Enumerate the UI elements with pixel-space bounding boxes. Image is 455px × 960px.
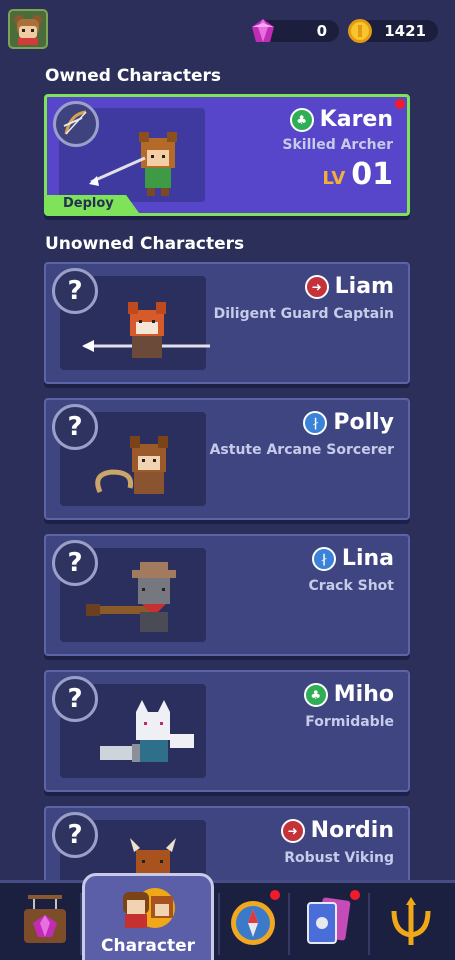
shield-class-icon: ➜ <box>304 274 329 299</box>
compass-notification-dot <box>270 890 280 900</box>
character-name: Karen <box>319 107 393 132</box>
character-name-row: ∤ Polly <box>303 410 394 435</box>
character-name: Nordin <box>310 818 394 843</box>
unknown-badge: ? <box>52 540 98 586</box>
character-name: Lina <box>341 546 394 571</box>
bottom-nav <box>0 880 455 960</box>
character-screen: 0 1421 Owned Characters ♣ Karen Skilled … <box>0 0 455 960</box>
character-card-polly[interactable]: ? ∤ Polly Astute Arcane Sorcerer <box>44 398 410 520</box>
notification-dot <box>395 99 405 109</box>
deploy-tag[interactable]: Deploy <box>47 195 139 213</box>
unknown-badge: ? <box>52 812 98 858</box>
character-card-liam[interactable]: ? ➜ Liam Diligent Guard Captain <box>44 262 410 384</box>
character-name: Miho <box>333 682 394 707</box>
shield-class-icon: ➜ <box>280 818 305 843</box>
nature-class-icon: ♣ <box>303 682 328 707</box>
question-mark-icon: ? <box>67 276 83 306</box>
unknown-badge: ? <box>52 404 98 450</box>
character-card-karen[interactable]: ♣ Karen Skilled Archer LV 01 Deploy <box>44 94 410 216</box>
character-title: Formidable <box>305 714 394 730</box>
level-display: LV 01 <box>322 157 393 192</box>
magic-class-icon: ∤ <box>311 546 336 571</box>
bow-badge <box>53 101 99 147</box>
nav-cards[interactable] <box>292 891 362 953</box>
character-name: Liam <box>334 274 394 299</box>
owned-section-title: Owned Characters <box>45 66 222 86</box>
character-name: Polly <box>333 410 394 435</box>
shop-sign-icon <box>24 895 66 943</box>
coin-icon <box>348 19 372 43</box>
character-name-row: ♣ Karen <box>289 107 393 132</box>
character-name-row: ➜ Nordin <box>280 818 394 843</box>
question-mark-icon: ? <box>67 820 83 850</box>
character-title: Astute Arcane Sorcerer <box>209 442 394 458</box>
magic-class-icon: ∤ <box>303 410 328 435</box>
level-label: LV <box>322 168 346 189</box>
gem-count: 0 <box>316 22 327 40</box>
unowned-section-title: Unowned Characters <box>45 234 245 254</box>
gunslinger-sprite <box>86 562 176 632</box>
profile-avatar-icon <box>14 15 42 45</box>
cards-icon <box>307 897 351 944</box>
question-mark-icon: ? <box>67 684 83 714</box>
character-name-row: ♣ Miho <box>303 682 394 707</box>
character-title: Diligent Guard Captain <box>213 306 394 322</box>
nav-compass[interactable] <box>218 891 288 953</box>
unknown-badge: ? <box>52 676 98 722</box>
character-title: Skilled Archer <box>282 137 393 153</box>
nav-divider <box>288 893 290 955</box>
nav-divider <box>368 893 370 955</box>
guard-captain-sprite <box>82 302 210 358</box>
trident-icon <box>391 897 431 945</box>
question-mark-icon: ? <box>67 548 83 578</box>
nav-shop[interactable] <box>10 891 80 953</box>
level-value: 01 <box>351 157 393 192</box>
nav-character-active[interactable]: Character <box>82 873 214 960</box>
character-title: Crack Shot <box>308 578 394 594</box>
character-tab-icon <box>123 888 175 928</box>
character-name-row: ➜ Liam <box>304 274 394 299</box>
character-name-row: ∤ Lina <box>311 546 394 571</box>
profile-avatar-button[interactable] <box>8 9 48 49</box>
character-card-lina[interactable]: ? ∤ Lina Crack Shot <box>44 534 410 656</box>
question-mark-icon: ? <box>67 412 83 442</box>
character-title: Robust Viking <box>284 850 394 866</box>
compass-icon <box>231 901 275 945</box>
gold-count: 1421 <box>384 22 426 40</box>
character-card-miho[interactable]: ? ♣ Miho Formidable <box>44 670 410 792</box>
fox-warrior-sprite <box>100 700 194 762</box>
archer-sprite <box>89 132 177 196</box>
sorcerer-sprite <box>95 436 168 494</box>
nav-emblem[interactable] <box>376 891 446 953</box>
top-bar: 0 1421 <box>0 0 455 58</box>
gem-icon <box>252 19 274 42</box>
nature-class-icon: ♣ <box>289 107 314 132</box>
cards-notification-dot <box>350 890 360 900</box>
unknown-badge: ? <box>52 268 98 314</box>
bow-icon <box>63 110 87 135</box>
nav-character-label: Character <box>100 936 196 956</box>
